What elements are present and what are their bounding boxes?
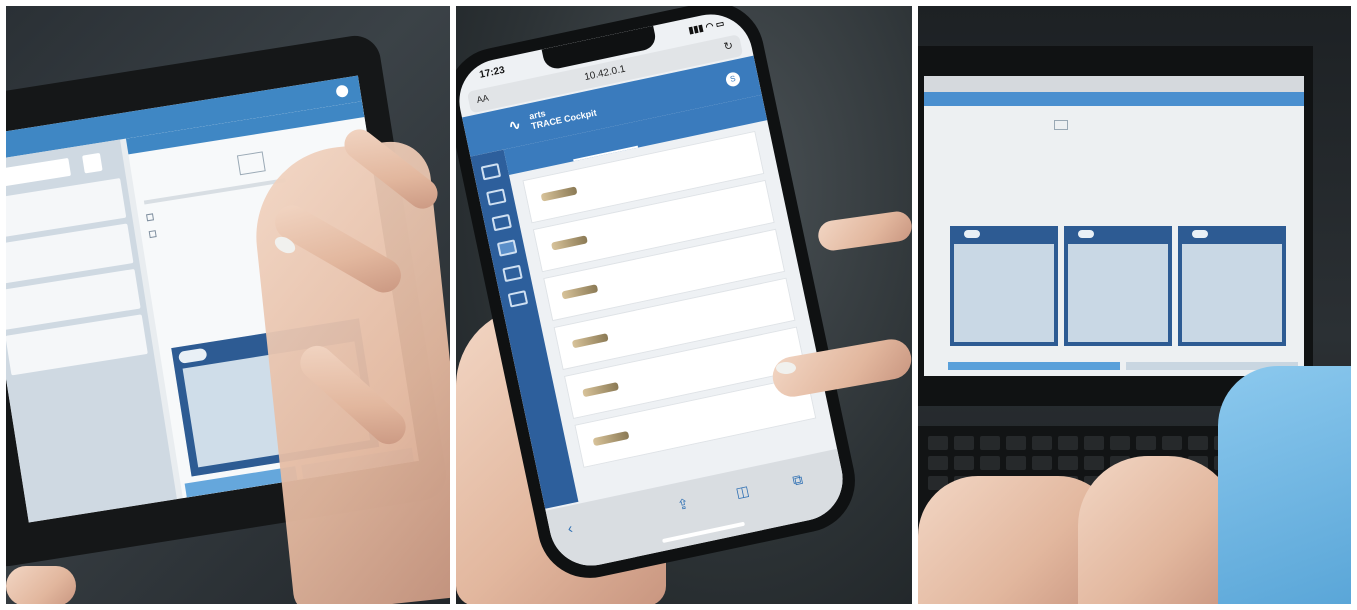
instrument-image [540, 186, 578, 202]
primary-button[interactable] [948, 362, 1120, 370]
toggle-switch[interactable] [964, 230, 980, 238]
image-placeholder-icon [236, 151, 266, 176]
status-time: 17:23 [478, 64, 506, 81]
instrument-image [592, 430, 630, 447]
finger [816, 209, 912, 253]
finger [6, 566, 76, 604]
laptop-action-buttons [948, 362, 1298, 370]
filter-icon[interactable] [82, 152, 103, 174]
tablet-search-input[interactable] [6, 157, 72, 190]
crate-card[interactable] [950, 226, 1058, 346]
checkbox-icon[interactable] [146, 213, 155, 222]
app-header [924, 92, 1304, 106]
checkbox-icon[interactable] [148, 230, 157, 239]
user-avatar-icon: S [724, 71, 742, 88]
laptop-screen [924, 76, 1304, 376]
browser-chrome [924, 76, 1304, 92]
laptop-photo-panel [918, 6, 1351, 604]
image-placeholder-icon [1054, 120, 1068, 130]
instrument-list [522, 130, 823, 503]
app-logo: arts TRACE Cockpit [528, 107, 598, 132]
instrument-image [582, 381, 620, 398]
phone-photo-panel: 17:23 ▮▮▮ ◠ ▭ AA 10.42.0.1 ↻ ∿ arts TRAC… [456, 6, 912, 604]
menu-icon[interactable] [480, 162, 502, 181]
crate-grid [950, 226, 1286, 346]
tabs-icon[interactable]: ⧉ [791, 471, 804, 490]
signal-wifi-battery-icon: ▮▮▮ ◠ ▭ [687, 18, 726, 36]
instrument-image [571, 333, 609, 349]
home-indicator[interactable] [662, 521, 746, 544]
toggle-switch[interactable] [1078, 230, 1094, 238]
tablet-user-menu[interactable] [335, 84, 353, 99]
crate-card[interactable] [1178, 226, 1286, 346]
laptop-device [918, 46, 1313, 406]
back-icon[interactable]: ‹ [566, 520, 574, 537]
tablet-photo-panel [6, 6, 450, 604]
inbox-icon[interactable] [486, 188, 507, 206]
hand [1078, 456, 1238, 604]
share-icon[interactable]: ⇪ [676, 495, 691, 514]
user-avatar-icon [335, 84, 350, 99]
logo-icon: ∿ [507, 115, 522, 134]
instrument-image [550, 235, 588, 251]
fingernail [776, 362, 796, 374]
crate-card[interactable] [1064, 226, 1172, 346]
bookmarks-icon[interactable]: ◫ [734, 482, 750, 501]
instrument-image [561, 284, 599, 300]
user-menu[interactable]: S [724, 70, 746, 88]
sleeve [1218, 366, 1351, 604]
list-icon[interactable] [496, 239, 518, 257]
edit-icon[interactable] [502, 264, 523, 283]
chart-icon[interactable] [507, 290, 529, 308]
box-icon[interactable] [491, 213, 512, 232]
toggle-switch[interactable] [1192, 230, 1208, 238]
